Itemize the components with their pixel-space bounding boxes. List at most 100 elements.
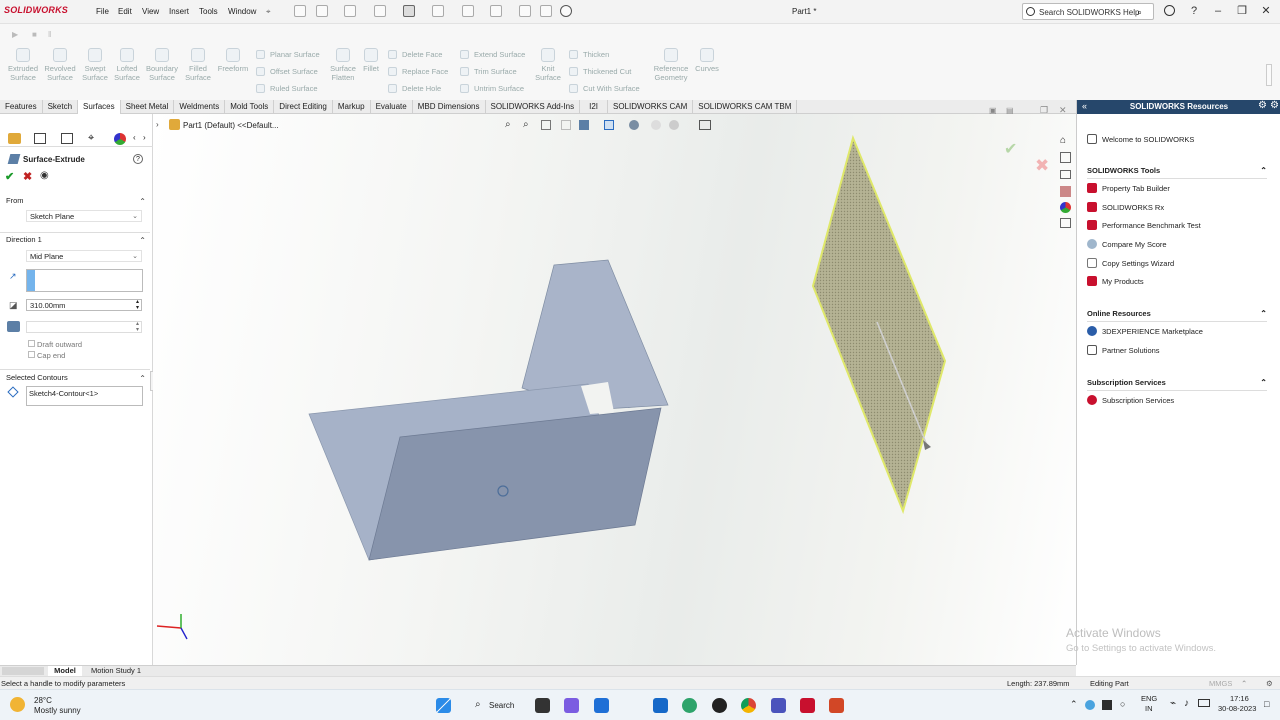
direction-selection-box[interactable] xyxy=(26,269,143,292)
task-view-icon[interactable] xyxy=(535,698,550,713)
resources-home-icon[interactable]: ⌂ xyxy=(1060,135,1066,146)
language-region[interactable]: IN xyxy=(1145,704,1153,713)
units-chevron-up-icon[interactable]: ⌃ xyxy=(1241,679,1247,688)
cancel-x-icon[interactable]: ✖ xyxy=(23,170,32,183)
direction1-section-header[interactable]: Direction 1 ⌃ xyxy=(0,235,150,248)
new-file-icon[interactable] xyxy=(316,5,328,17)
menu-insert[interactable]: Insert xyxy=(169,7,189,16)
partner-solutions-link[interactable]: Partner Solutions xyxy=(1087,344,1160,358)
tab-solidworks-cam[interactable]: SOLIDWORKS CAM xyxy=(608,100,694,114)
menu-file[interactable]: File xyxy=(96,7,109,16)
subscription-services-link[interactable]: Subscription Services xyxy=(1087,394,1174,408)
collapse-caret-icon[interactable]: ⌃ xyxy=(1260,378,1267,387)
undo-icon[interactable] xyxy=(432,5,444,17)
tab-sheet-metal[interactable]: Sheet Metal xyxy=(121,100,175,114)
clock-time[interactable]: 17:16 xyxy=(1230,694,1249,703)
copy-settings-wizard-link[interactable]: Copy Settings Wizard xyxy=(1087,257,1174,271)
collapse-caret-icon[interactable]: ⌃ xyxy=(139,374,146,383)
reference-geometry-button[interactable]: Reference Geometry xyxy=(652,48,690,82)
selected-contours-header[interactable]: Selected Contours ⌃ xyxy=(0,373,150,386)
tab-features[interactable]: Features xyxy=(0,100,43,114)
menu-edit[interactable]: Edit xyxy=(118,7,132,16)
delete-face-button[interactable]: Delete Face xyxy=(388,50,442,59)
wifi-icon[interactable]: ⌁ xyxy=(1170,698,1176,709)
search-icon[interactable]: ⌕ xyxy=(1137,7,1142,18)
tray-chevron-up-icon[interactable]: ⌃ xyxy=(1070,699,1078,710)
ruled-surface-button[interactable]: Ruled Surface xyxy=(256,84,318,93)
options-gear-icon[interactable] xyxy=(560,5,572,17)
help-icon[interactable]: ? xyxy=(133,154,143,164)
menu-tools[interactable]: Tools xyxy=(199,7,218,16)
offset-surface-button[interactable]: Offset Surface xyxy=(256,67,318,76)
tab-evaluate[interactable]: Evaluate xyxy=(371,100,413,114)
lofted-surface-button[interactable]: Lofted Surface xyxy=(111,48,143,82)
surface-flatten-button[interactable]: Surface Flatten xyxy=(327,48,359,82)
notifications-icon[interactable]: □ xyxy=(1264,699,1269,709)
collapse-panel-icon[interactable]: « xyxy=(1082,101,1087,111)
pause-icon[interactable]: ‖ xyxy=(48,30,51,39)
file-properties-icon[interactable] xyxy=(540,5,552,17)
extruded-surface-button[interactable]: Extruded Surface xyxy=(6,48,40,82)
preview-eye-icon[interactable]: ◉ xyxy=(40,170,49,181)
draft-icon[interactable] xyxy=(7,321,20,332)
preview-surface-plane[interactable] xyxy=(811,134,947,515)
tab-model[interactable]: Model xyxy=(48,666,82,676)
teams-chat-icon[interactable] xyxy=(564,698,579,713)
spin-arrows-icon[interactable]: ▴ ▾ xyxy=(136,299,139,311)
powerpoint-icon[interactable] xyxy=(829,698,844,713)
help-icon[interactable]: ? xyxy=(1188,5,1200,17)
redo-icon[interactable] xyxy=(462,5,474,17)
taskbar-search[interactable]: ⌕ Search xyxy=(467,696,527,714)
rebuild-icon[interactable] xyxy=(519,5,531,17)
selected-contours-list[interactable]: Sketch4-Contour<1> xyxy=(26,386,143,406)
teams-icon[interactable] xyxy=(771,698,786,713)
ok-check-icon[interactable]: ✔ xyxy=(5,170,14,183)
view-palette-icon[interactable] xyxy=(1060,186,1071,197)
depth-input[interactable]: 310.00mm ▴ ▾ xyxy=(26,299,142,311)
minimize-icon[interactable]: – xyxy=(1212,5,1224,17)
cut-with-surface-button[interactable]: Cut With Surface xyxy=(569,84,640,93)
mail-icon[interactable] xyxy=(594,698,609,713)
3dexperience-marketplace-link[interactable]: 3DEXPERIENCE Marketplace xyxy=(1087,325,1203,339)
untrim-surface-button[interactable]: Untrim Surface xyxy=(460,84,524,93)
delete-hole-button[interactable]: Delete Hole xyxy=(388,84,441,93)
tab-i2i[interactable]: I2I xyxy=(580,100,608,114)
menu-view[interactable]: View xyxy=(142,7,159,16)
open-file-icon[interactable] xyxy=(344,5,356,17)
solidworks-tools-header[interactable]: SOLIDWORKS Tools ⌃ xyxy=(1087,166,1267,179)
app-icon[interactable] xyxy=(712,698,727,713)
close-icon[interactable]: ✕ xyxy=(1260,5,1272,17)
tabs-scroll-right-icon[interactable]: › xyxy=(143,133,146,142)
contour-item[interactable]: Sketch4-Contour<1> xyxy=(29,389,98,398)
end-condition-dropdown[interactable]: Mid Plane ⌄ xyxy=(26,250,142,262)
collapse-caret-icon[interactable]: ⌃ xyxy=(1260,166,1267,175)
file-explorer-icon[interactable] xyxy=(1060,170,1071,179)
tab-motion-study[interactable]: Motion Study 1 xyxy=(85,666,147,676)
planar-surface-button[interactable]: Planar Surface xyxy=(256,50,320,59)
onedrive-icon[interactable] xyxy=(1085,700,1095,710)
home-icon[interactable] xyxy=(294,5,306,17)
trim-surface-button[interactable]: Trim Surface xyxy=(460,67,517,76)
select-icon[interactable] xyxy=(490,5,502,17)
play-icon[interactable]: ▶ xyxy=(12,30,18,39)
welcome-link[interactable]: Welcome to SOLIDWORKS xyxy=(1087,133,1194,147)
units-selector[interactable]: MMGS xyxy=(1209,679,1232,688)
weather-condition[interactable]: Mostly sunny xyxy=(34,706,81,715)
drag-handle-arrow-icon[interactable] xyxy=(923,440,931,450)
online-resources-header[interactable]: Online Resources ⌃ xyxy=(1087,309,1267,322)
pin-icon[interactable]: ⌖ xyxy=(266,7,271,17)
tab-solidworks-cam-tbm[interactable]: SOLIDWORKS CAM TBM xyxy=(693,100,798,114)
tab-markup[interactable]: Markup xyxy=(333,100,371,114)
knit-surface-button[interactable]: Knit Surface xyxy=(533,48,563,82)
save-icon[interactable] xyxy=(374,5,386,17)
custom-properties-icon[interactable] xyxy=(1060,218,1071,228)
filled-surface-button[interactable]: Filled Surface xyxy=(181,48,215,82)
battery-icon[interactable] xyxy=(1198,699,1210,707)
weather-sun-icon[interactable] xyxy=(10,697,25,712)
from-section-header[interactable]: From ⌃ xyxy=(0,196,150,209)
solidworks-rx-link[interactable]: SOLIDWORKS Rx xyxy=(1087,201,1164,215)
from-dropdown[interactable]: Sketch Plane ⌄ xyxy=(26,210,142,222)
collapse-caret-icon[interactable]: ⌃ xyxy=(139,197,146,206)
dimxpert-manager-icon[interactable]: ⌖ xyxy=(88,132,94,144)
menu-window[interactable]: Window xyxy=(228,7,256,16)
